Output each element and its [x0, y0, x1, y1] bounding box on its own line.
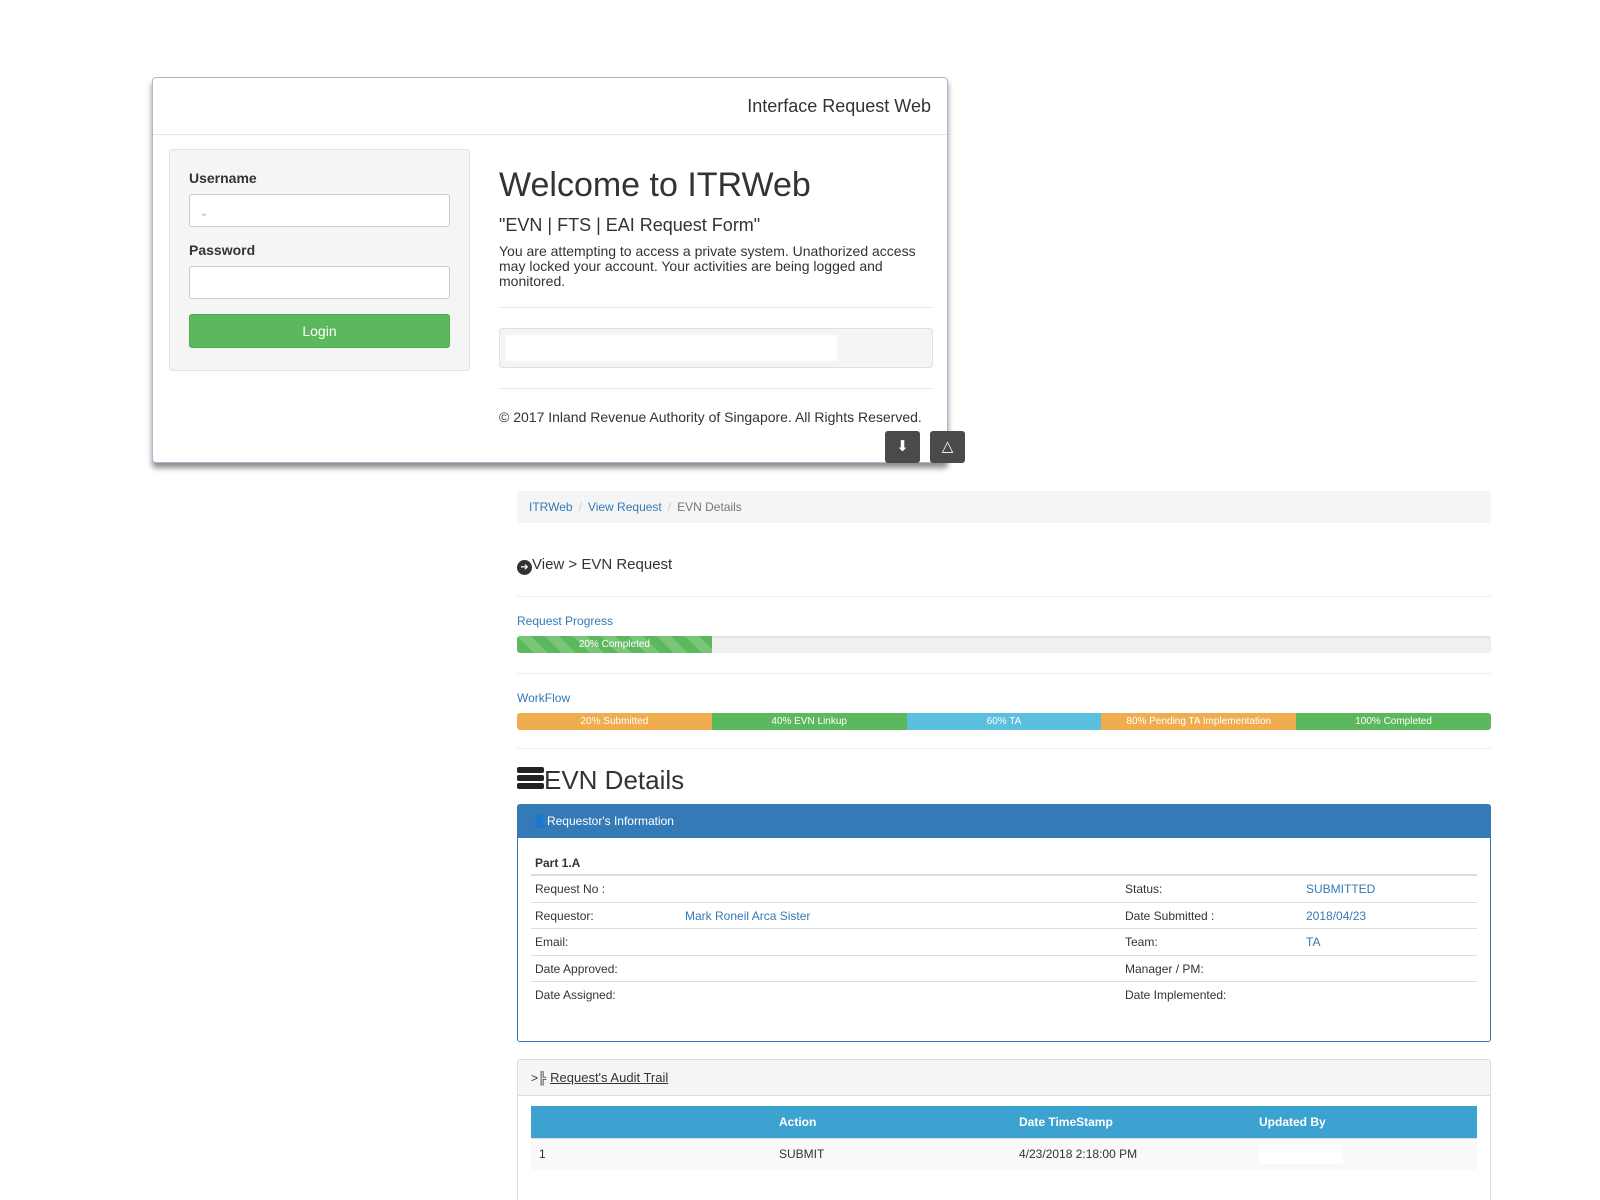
- table-header-row: Action Date TimeStamp Updated By: [531, 1106, 1477, 1138]
- captcha-box: [499, 328, 933, 368]
- view-title-text: View > EVN Request: [532, 556, 673, 573]
- password-input[interactable]: [189, 266, 450, 299]
- arrow-circle-icon: ➜: [517, 560, 532, 575]
- row-action: SUBMIT: [771, 1137, 1011, 1170]
- workflow-step-ta: 60% TA: [906, 713, 1102, 730]
- info-key: Team:: [1125, 935, 1158, 949]
- login-button[interactable]: Login: [189, 314, 450, 348]
- details-title: EVN Details: [544, 765, 685, 795]
- info-value: [685, 929, 1121, 955]
- column-header-action: Action: [771, 1106, 1011, 1138]
- info-row: Requestor: Mark Roneil Arca Sister Date …: [531, 903, 1477, 929]
- password-label: Password: [189, 242, 256, 258]
- username-label: Username: [189, 170, 257, 186]
- welcome-panel: Welcome to ITRWeb "EVN | FTS | EAI Reque…: [499, 166, 933, 425]
- requestor-panel-header: 👤Requestor's Information: [518, 805, 1490, 838]
- info-row: Date Approved: Manager / PM:: [531, 956, 1477, 982]
- column-header-no: [531, 1106, 771, 1138]
- divider: [517, 673, 1491, 674]
- welcome-subtitle: "EVN | FTS | EAI Request Form": [499, 215, 761, 235]
- breadcrumb-separator: /: [578, 500, 582, 514]
- info-key: Date Submitted :: [1125, 908, 1215, 923]
- info-row: Date Assigned: Date Implemented:: [531, 982, 1477, 1009]
- welcome-title: Welcome to ITRWeb: [499, 166, 811, 204]
- workflow-bar: 20% Submitted 40% EVN Linkup 60% TA 80% …: [517, 713, 1491, 730]
- login-form: Username ˬ Password Login: [169, 149, 470, 371]
- info-key: Requestor:: [535, 908, 594, 923]
- column-header-timestamp: Date TimeStamp: [1011, 1106, 1251, 1138]
- workflow-step-pending-ta: 80% Pending TA Implementation: [1101, 713, 1297, 730]
- info-value: [685, 956, 1121, 982]
- username-input[interactable]: ˬ: [189, 194, 450, 227]
- table-row: 1 SUBMIT 4/23/2018 2:18:00 PM: [531, 1137, 1477, 1170]
- info-key: Date Approved:: [535, 961, 618, 976]
- column-header-updated-by: Updated By: [1251, 1106, 1477, 1138]
- redacted-area: [1259, 1144, 1343, 1165]
- info-row: Email: Team: TA: [531, 929, 1477, 956]
- row-number: 1: [531, 1137, 771, 1170]
- drive-add-icon[interactable]: △: [930, 431, 965, 463]
- request-progress-bar: 20% Completed: [517, 636, 1491, 653]
- audit-trail-panel: >╠ Request's Audit Trail Action Date Tim…: [517, 1059, 1491, 1200]
- part-label: Part 1.A: [531, 852, 1477, 876]
- audit-trail-header[interactable]: >╠ Request's Audit Trail: [518, 1060, 1490, 1096]
- view-title: ➜ View > EVN Request: [517, 556, 672, 575]
- workflow-label: WorkFlow: [517, 691, 571, 705]
- tree-icon: >╠: [531, 1071, 547, 1085]
- divider: [499, 307, 933, 308]
- row-timestamp: 4/23/2018 2:18:00 PM: [1011, 1137, 1251, 1170]
- workflow-step-submitted: 20% Submitted: [517, 713, 712, 730]
- info-key: Status:: [1125, 882, 1163, 896]
- row-updated-by: [1251, 1137, 1477, 1170]
- details-heading: EVN Details: [517, 765, 684, 796]
- info-key: Date Implemented:: [1125, 988, 1227, 1002]
- divider: [517, 748, 1491, 749]
- breadcrumb-view-request[interactable]: View Request: [588, 500, 662, 514]
- workflow-step-evn-linkup: 40% EVN Linkup: [711, 713, 907, 730]
- login-header-title: Interface Request Web: [153, 78, 947, 135]
- info-value: [685, 876, 1121, 902]
- server-stack-icon: [517, 767, 544, 791]
- copyright-text: © 2017 Inland Revenue Authority of Singa…: [499, 409, 922, 425]
- requestor-panel: 👤Requestor's Information Part 1.A Reques…: [517, 804, 1491, 1042]
- access-warning: You are attempting to access a private s…: [499, 243, 916, 289]
- info-key: Manager / PM:: [1125, 961, 1204, 976]
- breadcrumb-current: EVN Details: [677, 500, 742, 514]
- breadcrumb: ITRWeb / View Request / EVN Details: [517, 491, 1491, 523]
- requestor-panel-title: Requestor's Information: [546, 814, 674, 828]
- request-progress-fill: 20% Completed: [517, 636, 712, 653]
- team-value: TA: [1306, 935, 1321, 949]
- info-key: Request No :: [535, 882, 606, 896]
- login-dialog: Interface Request Web Username ˬ Passwor…: [152, 77, 948, 463]
- audit-table: Action Date TimeStamp Updated By 1 SUBMI…: [531, 1106, 1477, 1170]
- requestor-name: Mark Roneil Arca Sister: [685, 908, 811, 923]
- info-key: Date Assigned:: [535, 988, 616, 1002]
- breadcrumb-separator: /: [667, 500, 672, 514]
- download-icon[interactable]: ⬇: [885, 431, 920, 463]
- date-submitted-value: 2018/04/23: [1306, 908, 1367, 923]
- info-row: Request No : Status: SUBMITTED: [531, 876, 1477, 903]
- redacted-area: [506, 335, 837, 361]
- divider: [499, 388, 933, 389]
- status-value: SUBMITTED: [1306, 882, 1376, 896]
- workflow-step-completed: 100% Completed: [1296, 713, 1491, 730]
- info-key: Email:: [535, 935, 569, 949]
- breadcrumb-itrweb[interactable]: ITRWeb: [529, 500, 573, 514]
- user-icon: 👤: [532, 814, 547, 828]
- divider: [517, 596, 1491, 597]
- request-progress-label: Request Progress: [517, 614, 614, 628]
- info-value: [685, 982, 1121, 1009]
- audit-trail-title[interactable]: Request's Audit Trail: [550, 1070, 668, 1085]
